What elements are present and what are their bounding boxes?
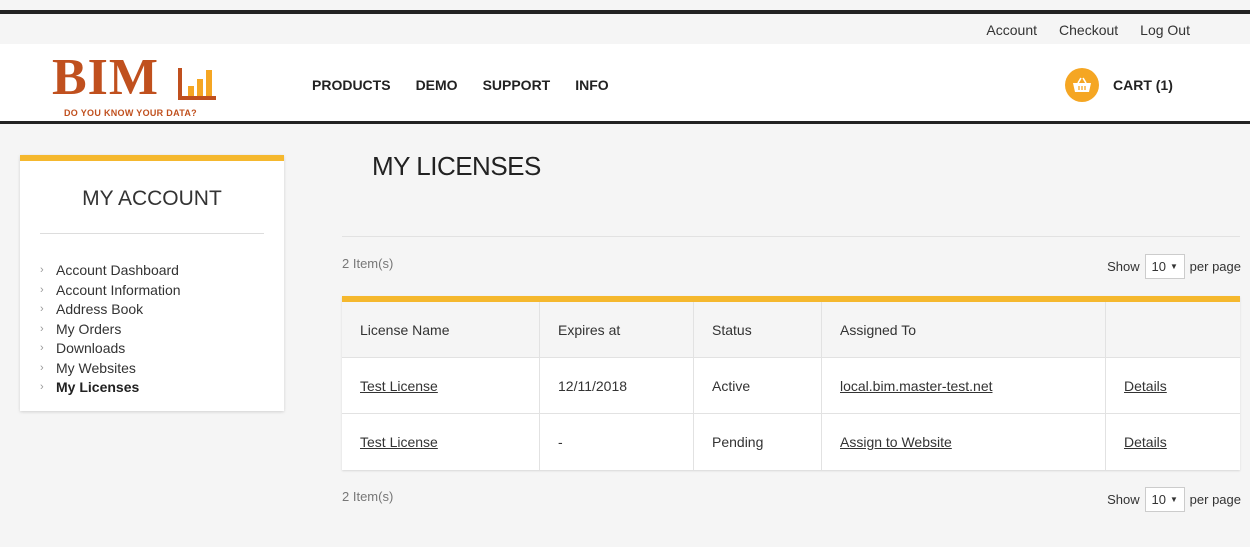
sidebar-item-my-websites[interactable]: › My Websites bbox=[40, 359, 181, 379]
chevron-right-icon: › bbox=[40, 322, 44, 335]
chevron-right-icon: › bbox=[40, 283, 44, 296]
show-label: Show bbox=[1107, 259, 1140, 274]
per-page-label: per page bbox=[1189, 259, 1241, 274]
site-header: BIM Do you know your data? PRODUCTS DEMO… bbox=[0, 44, 1250, 124]
license-name-cell: Test License bbox=[342, 414, 540, 470]
details-cell: Details bbox=[1106, 358, 1240, 413]
chevron-right-icon: › bbox=[40, 342, 44, 354]
expires-at-cell: 12/11/2018 bbox=[540, 358, 694, 413]
per-page-value: 10 bbox=[1151, 259, 1166, 274]
license-name-link[interactable]: Test License bbox=[360, 434, 438, 450]
table-row: Test License - Pending Assign to Website… bbox=[342, 414, 1240, 470]
header-license-name: License Name bbox=[342, 302, 540, 357]
assigned-website-link[interactable]: local.bim.master-test.net bbox=[840, 378, 993, 394]
top-links: Account Checkout Log Out bbox=[986, 22, 1190, 38]
dropdown-arrow-icon: ▼ bbox=[1169, 262, 1178, 271]
per-page-value: 10 bbox=[1151, 492, 1166, 507]
assign-to-website-link[interactable]: Assign to Website bbox=[840, 434, 952, 450]
license-name-cell: Test License bbox=[342, 358, 540, 413]
licenses-table: License Name Expires at Status Assigned … bbox=[342, 296, 1240, 470]
cart-button[interactable]: CART (1) bbox=[1065, 68, 1173, 102]
logo-text: BIM bbox=[52, 49, 159, 106]
logout-link[interactable]: Log Out bbox=[1140, 22, 1190, 38]
item-count-top: 2 Item(s) bbox=[342, 256, 394, 271]
sidebar-item-account-information[interactable]: › Account Information bbox=[40, 281, 181, 301]
details-link[interactable]: Details bbox=[1124, 434, 1167, 450]
nav-info[interactable]: INFO bbox=[575, 77, 608, 93]
sidebar-item-account-dashboard[interactable]: › Account Dashboard bbox=[40, 261, 181, 281]
nav-products[interactable]: PRODUCTS bbox=[312, 77, 391, 93]
header-assigned-to: Assigned To bbox=[822, 302, 1106, 357]
sidebar-divider bbox=[40, 233, 264, 234]
logo-tagline: Do you know your data? bbox=[64, 108, 197, 118]
sidebar-item-my-licenses[interactable]: › My Licenses bbox=[40, 378, 181, 398]
sidebar-menu: › Account Dashboard › Account Information … bbox=[40, 261, 181, 398]
checkout-link[interactable]: Checkout bbox=[1059, 22, 1118, 38]
sidebar-item-my-orders[interactable]: › My Orders bbox=[40, 320, 181, 340]
details-link[interactable]: Details bbox=[1124, 378, 1167, 394]
header-actions bbox=[1106, 302, 1240, 357]
assigned-to-cell: Assign to Website bbox=[822, 414, 1106, 470]
pager-top: Show 10 ▼ per page bbox=[1107, 254, 1241, 279]
status-cell: Pending bbox=[694, 414, 822, 470]
show-label: Show bbox=[1107, 492, 1140, 507]
table-row: Test License 12/11/2018 Active local.bim… bbox=[342, 358, 1240, 414]
cart-label: CART (1) bbox=[1113, 77, 1173, 93]
logo[interactable]: BIM Do you know your data? bbox=[52, 52, 232, 122]
chevron-right-icon: › bbox=[40, 381, 44, 393]
basket-icon bbox=[1065, 68, 1099, 102]
title-divider bbox=[342, 236, 1240, 237]
assigned-to-cell: local.bim.master-test.net bbox=[822, 358, 1106, 413]
chevron-right-icon: › bbox=[40, 264, 44, 276]
pager-bottom: Show 10 ▼ per page bbox=[1107, 487, 1241, 512]
account-sidebar: MY ACCOUNT › Account Dashboard › Account I… bbox=[20, 155, 284, 411]
nav-support[interactable]: SUPPORT bbox=[483, 77, 551, 93]
header-status: Status bbox=[694, 302, 822, 357]
header-expires-at: Expires at bbox=[540, 302, 694, 357]
dropdown-arrow-icon: ▼ bbox=[1169, 495, 1178, 504]
per-page-label: per page bbox=[1189, 492, 1241, 507]
chevron-right-icon: › bbox=[40, 361, 44, 374]
license-name-link[interactable]: Test License bbox=[360, 378, 438, 394]
main-nav: PRODUCTS DEMO SUPPORT INFO bbox=[312, 77, 609, 93]
per-page-select[interactable]: 10 ▼ bbox=[1144, 487, 1185, 512]
per-page-select[interactable]: 10 ▼ bbox=[1144, 254, 1185, 279]
expires-at-cell: - bbox=[540, 414, 694, 470]
status-cell: Active bbox=[694, 358, 822, 413]
sidebar-item-downloads[interactable]: › Downloads bbox=[40, 339, 181, 359]
item-count-bottom: 2 Item(s) bbox=[342, 489, 394, 504]
sidebar-title: MY ACCOUNT bbox=[82, 187, 222, 210]
account-link[interactable]: Account bbox=[986, 22, 1037, 38]
chevron-right-icon: › bbox=[40, 303, 44, 315]
details-cell: Details bbox=[1106, 414, 1240, 470]
sidebar-item-address-book[interactable]: › Address Book bbox=[40, 300, 181, 320]
table-header: License Name Expires at Status Assigned … bbox=[342, 302, 1240, 358]
top-border bbox=[0, 10, 1250, 14]
logo-chart-icon bbox=[178, 68, 216, 100]
nav-demo[interactable]: DEMO bbox=[416, 77, 458, 93]
page-title: MY LICENSES bbox=[372, 151, 541, 181]
